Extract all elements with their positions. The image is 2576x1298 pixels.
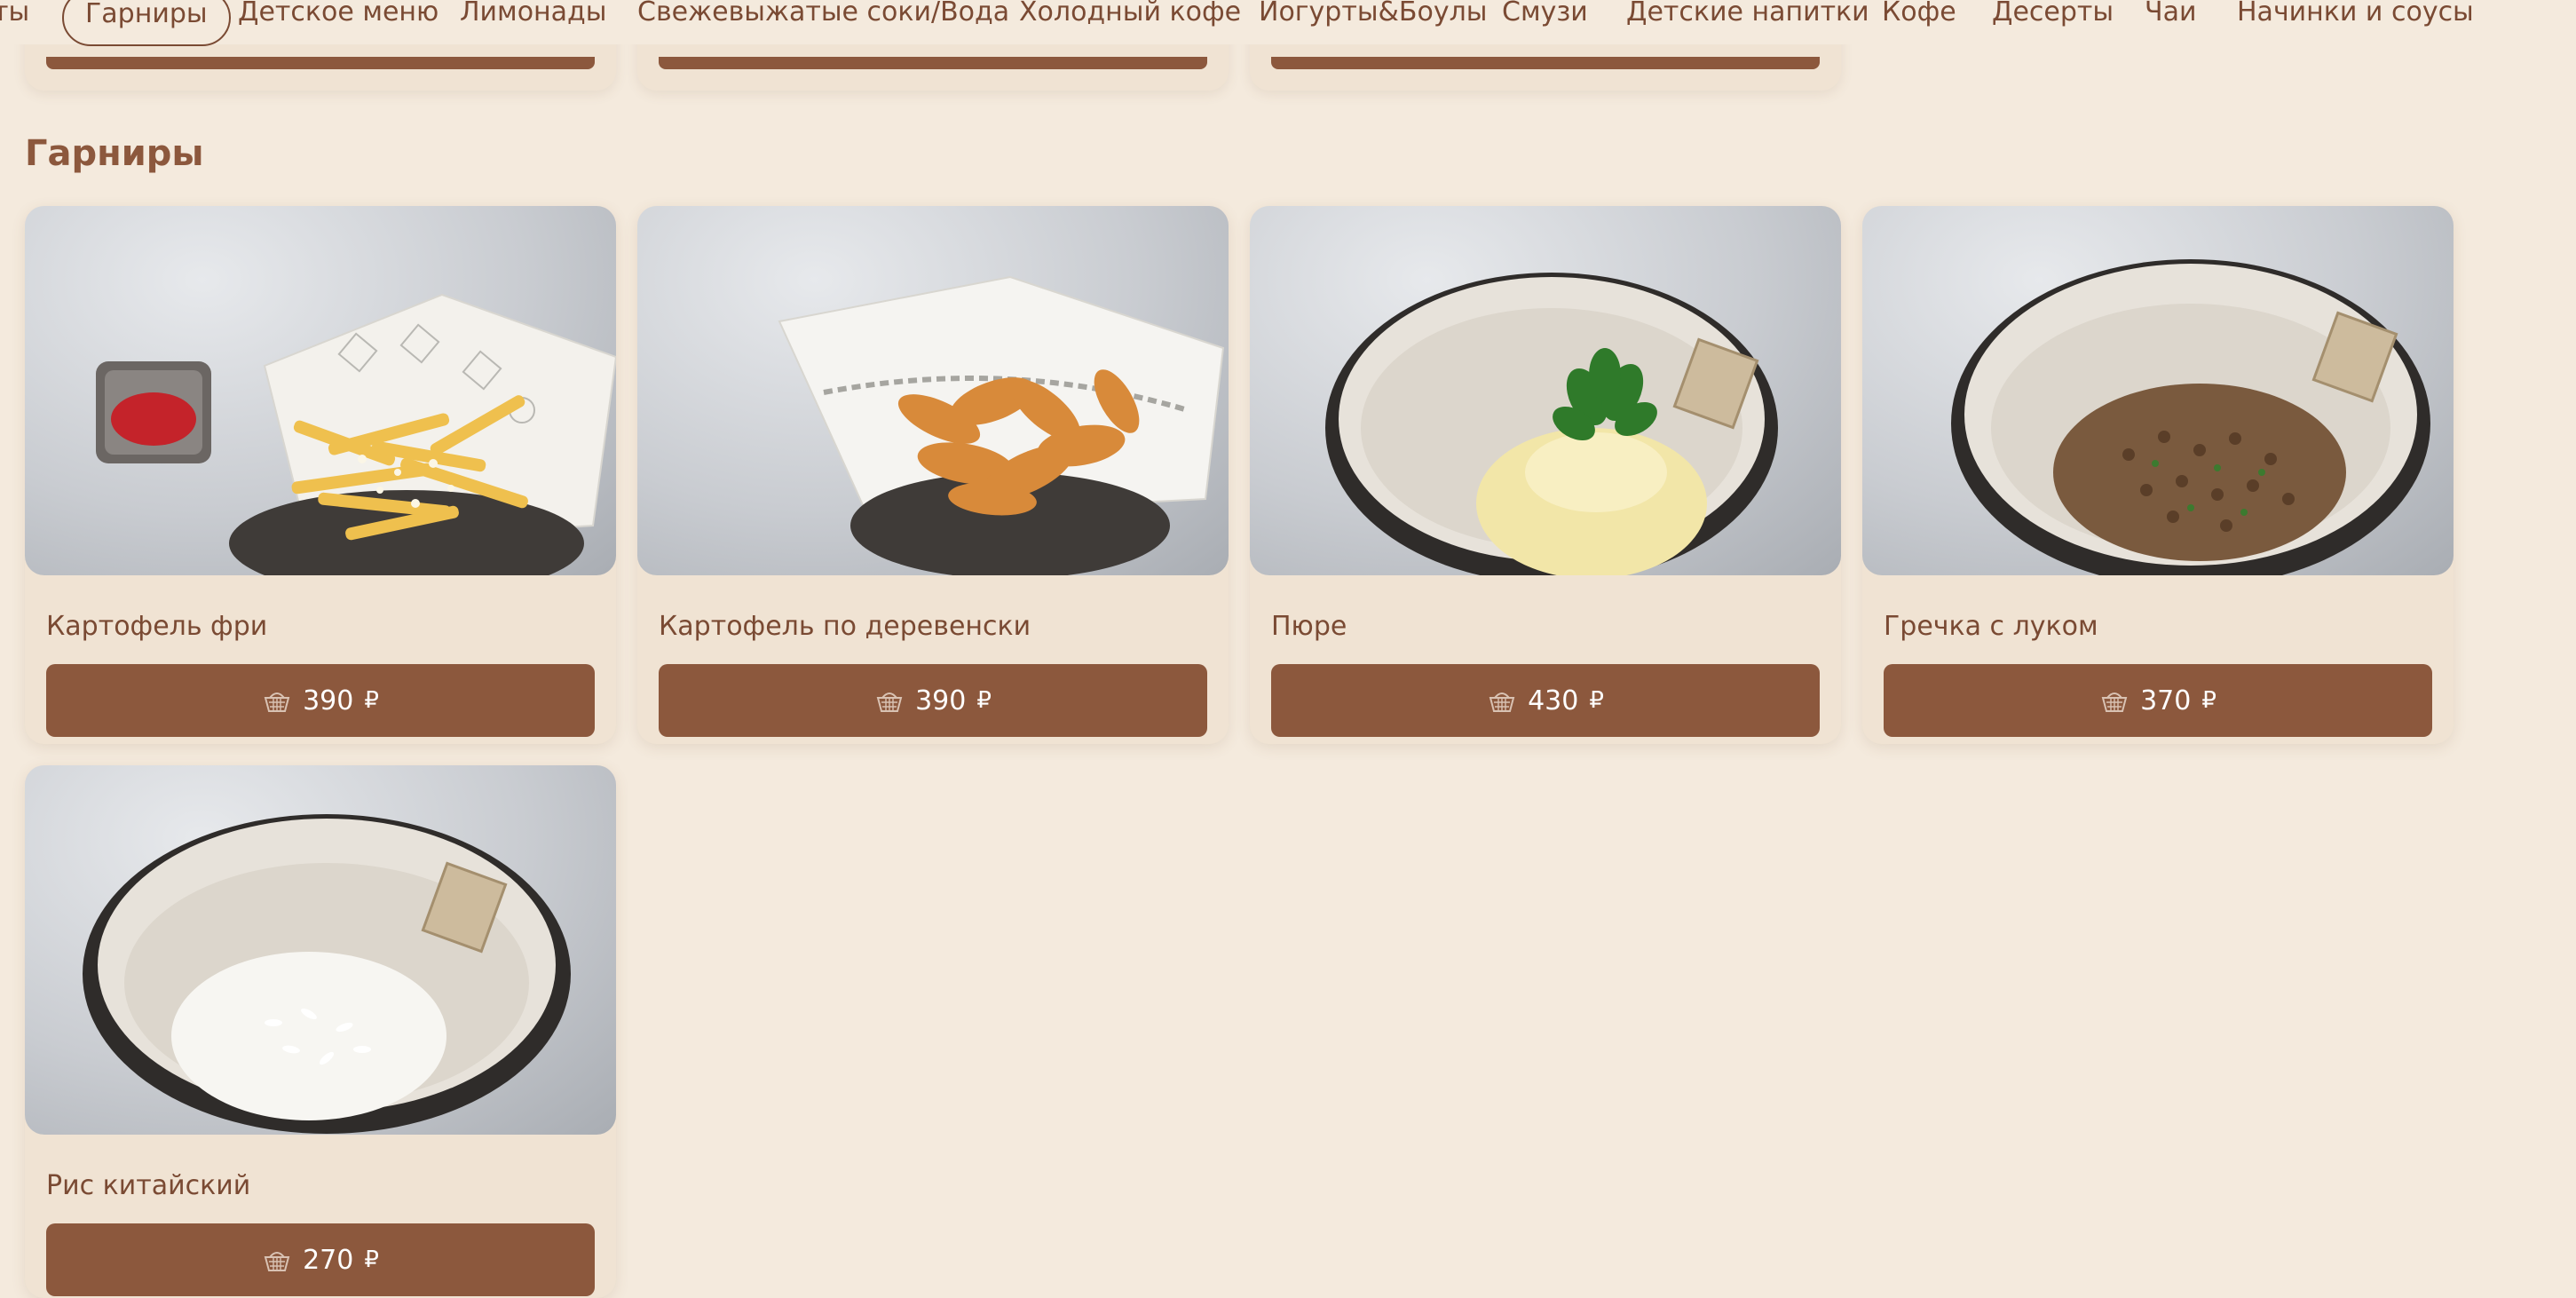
product-name: Рис китайский <box>46 1170 251 1201</box>
nav-item-kids-drinks[interactable]: Детские напитки <box>1626 0 1869 46</box>
nav-item-fillings-sauces[interactable]: Начинки и соусы <box>2237 0 2474 46</box>
product-image[interactable] <box>1862 206 2454 575</box>
price-value: 430 <box>1528 685 1579 716</box>
currency-sign: ₽ <box>2201 687 2216 714</box>
price-value: 390 <box>915 685 967 716</box>
buckwheat-with-onion-photo <box>1951 259 2430 575</box>
price-value: 270 <box>303 1244 354 1276</box>
product-card[interactable]: Пюре 430 ₽ <box>1250 206 1841 744</box>
category-nav: ты Гарниры Детское меню Лимонады Свежевы… <box>0 0 2576 46</box>
basket-icon <box>2101 693 2128 712</box>
product-card[interactable]: Картофель фри 390 ₽ <box>25 206 616 744</box>
currency-sign: ₽ <box>364 687 379 714</box>
product-name: Гречка с луком <box>1884 611 2098 642</box>
previous-card-buy-button[interactable] <box>46 57 595 69</box>
product-name: Картофель фри <box>46 611 268 642</box>
add-to-cart-button[interactable]: 430 ₽ <box>1271 664 1820 737</box>
mashed-potato-photo <box>1325 273 1778 575</box>
product-image[interactable] <box>25 765 616 1135</box>
product-card[interactable]: Рис китайский 270 ₽ <box>25 765 616 1298</box>
nav-item-teas[interactable]: Чаи <box>2145 0 2196 46</box>
price-value: 370 <box>2140 685 2192 716</box>
basket-icon <box>1489 693 1515 712</box>
nav-item-lemonades[interactable]: Лимонады <box>460 0 606 46</box>
nav-item-garnish[interactable]: Гарниры <box>62 0 231 46</box>
french-fries-photo <box>96 293 616 575</box>
nav-item-desserts[interactable]: Десерты <box>1992 0 2114 46</box>
nav-item-juices[interactable]: Свежевыжатые соки/Вода <box>637 0 1009 46</box>
product-image[interactable] <box>25 206 616 575</box>
product-name: Пюре <box>1271 611 1347 642</box>
nav-item-yogurts[interactable]: Йогурты&Боулы <box>1259 0 1487 46</box>
previous-card-buy-button[interactable] <box>659 57 1207 69</box>
potato-wedges-photo <box>778 275 1225 575</box>
add-to-cart-button[interactable]: 390 ₽ <box>46 664 595 737</box>
nav-item-coffee[interactable]: Кофе <box>1882 0 1956 46</box>
add-to-cart-button[interactable]: 270 ₽ <box>46 1223 595 1296</box>
nav-item-cold-coffee[interactable]: Холодный кофе <box>1019 0 1241 46</box>
nav-item-kids-menu[interactable]: Детское меню <box>238 0 439 46</box>
nav-item-smoothies[interactable]: Смузи <box>1502 0 1588 46</box>
basket-icon <box>264 1252 290 1271</box>
currency-sign: ₽ <box>1589 687 1604 714</box>
section-title: Гарниры <box>25 133 204 174</box>
currency-sign: ₽ <box>976 687 992 714</box>
product-name: Картофель по деревенски <box>659 611 1031 642</box>
add-to-cart-button[interactable]: 390 ₽ <box>659 664 1207 737</box>
basket-icon <box>876 693 903 712</box>
chinese-rice-photo <box>83 814 571 1134</box>
basket-icon <box>264 693 290 712</box>
add-to-cart-button[interactable]: 370 ₽ <box>1884 664 2432 737</box>
nav-item-0[interactable]: ты <box>0 0 29 46</box>
product-image[interactable] <box>1250 206 1841 575</box>
product-image[interactable] <box>637 206 1229 575</box>
price-value: 390 <box>303 685 354 716</box>
product-card[interactable]: Картофель по деревенски 390 ₽ <box>637 206 1229 744</box>
previous-card-buy-button[interactable] <box>1271 57 1820 69</box>
currency-sign: ₽ <box>364 1247 379 1273</box>
product-card[interactable]: Гречка с луком 370 ₽ <box>1862 206 2454 744</box>
